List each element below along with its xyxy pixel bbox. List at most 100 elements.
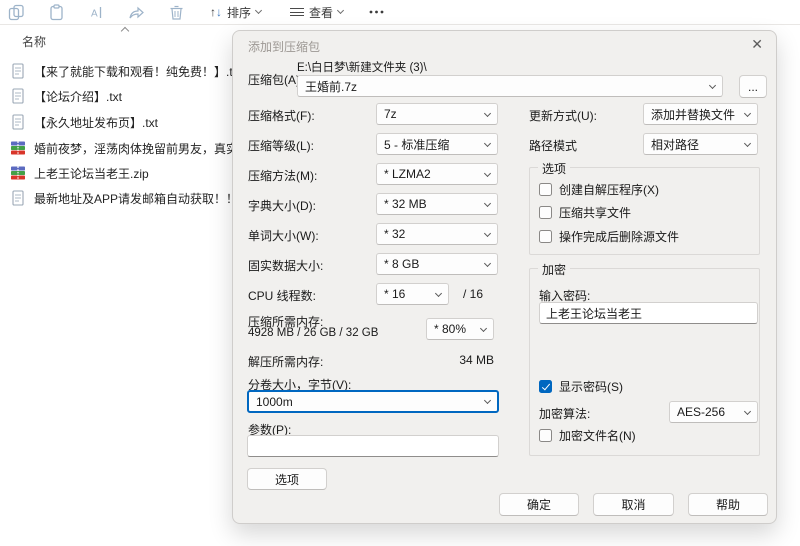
dictionary-label: 字典大小(D):	[248, 199, 316, 213]
checkbox-box	[539, 205, 552, 219]
file-name: 最新地址及APP请发邮箱自动获取！！！....	[34, 191, 235, 206]
rename-icon[interactable]: A	[88, 4, 105, 21]
encryption-group-title: 加密	[538, 261, 571, 278]
checkbox-box	[539, 182, 552, 196]
checkbox-show-password[interactable]: 显示密码(S)	[539, 378, 623, 394]
memory-decompress-label: 解压所需内存:	[248, 355, 324, 369]
chevron-down-icon	[483, 229, 492, 237]
path-mode-label: 路径模式	[529, 139, 578, 153]
file-row[interactable]: 婚前夜梦，淫荡肉体挽留前男友，真实故...	[10, 138, 235, 158]
file-name: 【永久地址发布页】.txt	[34, 115, 159, 130]
chevron-down-icon	[743, 407, 752, 415]
winrar-archive-icon	[10, 140, 26, 156]
file-row[interactable]: 【论坛介绍】.txt	[10, 86, 235, 106]
chevron-down-icon	[483, 396, 492, 405]
view-lines-icon	[290, 5, 304, 18]
encryption-method-select[interactable]: AES-256	[669, 401, 758, 423]
chevron-down-icon	[434, 289, 443, 297]
format-select[interactable]: 7z	[376, 103, 498, 125]
sort-ascending-icon	[120, 26, 130, 36]
sort-button[interactable]: ↑↓ 排序	[210, 2, 263, 22]
chevron-down-icon	[743, 109, 752, 117]
column-header-name[interactable]: 名称	[22, 33, 46, 50]
svg-text:A: A	[91, 9, 98, 20]
sort-label: 排序	[227, 5, 252, 20]
update-mode-select[interactable]: 添加并替换文件	[643, 103, 758, 125]
chevron-down-icon	[483, 109, 492, 117]
file-name: 上老王论坛当老王.zip	[34, 166, 149, 181]
file-name: 【来了就能下载和观看！纯免费！】.txt	[34, 64, 235, 79]
cpu-threads-max: / 16	[463, 287, 484, 301]
encryption-method-label: 加密算法:	[539, 407, 591, 421]
dialog-title: 添加到压缩包	[248, 40, 321, 54]
level-label: 压缩等级(L):	[248, 139, 315, 153]
archive-label: 压缩包(A)	[248, 73, 300, 87]
chevron-down-icon	[254, 6, 263, 15]
chevron-down-icon	[708, 81, 717, 89]
chevron-down-icon	[483, 199, 492, 207]
text-file-icon	[10, 88, 26, 104]
update-mode-label: 更新方式(U):	[529, 109, 597, 123]
solid-size-label: 固实数据大小:	[248, 259, 324, 273]
sort-arrows-icon: ↑↓	[210, 5, 222, 19]
cancel-button[interactable]: 取消	[593, 493, 674, 516]
delete-icon[interactable]	[168, 4, 185, 21]
view-button[interactable]: 查看	[290, 2, 345, 22]
method-label: 压缩方法(M):	[248, 169, 318, 183]
format-label: 压缩格式(F):	[248, 109, 315, 123]
word-size-select[interactable]: * 32	[376, 223, 498, 245]
winrar-archive-icon	[10, 165, 26, 181]
memory-decompress-value: 34 MB	[459, 353, 494, 367]
view-label: 查看	[309, 5, 334, 20]
memory-compress-detail: 4928 MB / 26 GB / 32 GB	[248, 327, 379, 339]
volume-size-combobox[interactable]: 1000m	[247, 390, 499, 413]
cpu-threads-select[interactable]: * 16	[376, 283, 449, 305]
file-row[interactable]: 【永久地址发布页】.txt	[10, 112, 235, 132]
close-icon[interactable]: ✕	[751, 36, 763, 52]
chevron-down-icon	[336, 6, 345, 15]
memory-percent-select[interactable]: * 80%	[426, 318, 494, 340]
chevron-down-icon	[479, 324, 488, 332]
password-input[interactable]	[539, 302, 758, 324]
explorer-toolbar: A ↑↓ 排序 查看	[0, 0, 800, 25]
archive-path: E:\白日梦\新建文件夹 (3)\	[297, 62, 427, 74]
path-mode-select[interactable]: 相对路径	[643, 133, 758, 155]
file-row[interactable]: 【来了就能下载和观看！纯免费！】.txt	[10, 61, 235, 81]
parameters-input[interactable]	[247, 435, 499, 457]
text-file-icon	[10, 114, 26, 130]
options-button[interactable]: 选项	[247, 468, 327, 490]
add-to-archive-dialog: 添加到压缩包 ✕ 压缩包(A) E:\白日梦\新建文件夹 (3)\ 王婚前.7z…	[232, 30, 777, 524]
dictionary-select[interactable]: * 32 MB	[376, 193, 498, 215]
more-options-icon[interactable]	[368, 6, 385, 23]
checkbox-encrypt-filenames[interactable]: 加密文件名(N)	[539, 427, 636, 443]
chevron-down-icon	[743, 139, 752, 147]
checkbox-create-sfx[interactable]: 创建自解压程序(X)	[539, 181, 659, 197]
checkbox-box	[539, 428, 552, 442]
chevron-down-icon	[483, 139, 492, 147]
method-select[interactable]: * LZMA2	[376, 163, 498, 185]
file-name: 【论坛介绍】.txt	[34, 89, 123, 104]
word-size-label: 单词大小(W):	[248, 229, 319, 243]
ok-button[interactable]: 确定	[499, 493, 579, 516]
file-name: 婚前夜梦，淫荡肉体挽留前男友，真实故...	[34, 141, 235, 156]
checkbox-box	[539, 229, 552, 243]
text-file-icon	[10, 190, 26, 206]
archive-name-combobox[interactable]: 王婚前.7z	[297, 75, 723, 97]
checkbox-delete-after[interactable]: 操作完成后删除源文件	[539, 228, 679, 244]
text-file-icon	[10, 63, 26, 79]
share-icon[interactable]	[128, 4, 145, 21]
checkbox-compress-shared[interactable]: 压缩共享文件	[539, 204, 631, 220]
options-group-title: 选项	[538, 160, 571, 177]
chevron-down-icon	[483, 169, 492, 177]
browse-button[interactable]: ...	[739, 75, 767, 98]
level-select[interactable]: 5 - 标准压缩	[376, 133, 498, 155]
copy-icon[interactable]	[8, 4, 25, 21]
file-row[interactable]: 最新地址及APP请发邮箱自动获取！！！....	[10, 188, 235, 208]
chevron-down-icon	[483, 259, 492, 267]
help-button[interactable]: 帮助	[688, 493, 768, 516]
solid-size-select[interactable]: * 8 GB	[376, 253, 498, 275]
file-row[interactable]: 上老王论坛当老王.zip	[10, 163, 235, 183]
cpu-threads-label: CPU 线程数:	[248, 289, 317, 303]
paste-icon[interactable]	[48, 4, 65, 21]
checkbox-box	[539, 379, 552, 393]
